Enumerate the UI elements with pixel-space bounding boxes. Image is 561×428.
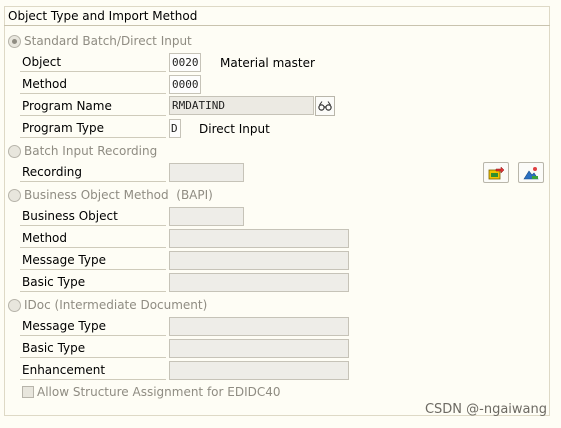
object-label: Object bbox=[20, 52, 166, 72]
radio-batch-input-recording[interactable]: Batch Input Recording bbox=[8, 142, 157, 160]
frame-title: Object Type and Import Method bbox=[4, 6, 550, 26]
bapi-method-label: Method bbox=[20, 228, 166, 248]
glasses-icon bbox=[318, 101, 332, 111]
radio-standard-batch-direct-input[interactable]: Standard Batch/Direct Input bbox=[8, 32, 192, 50]
method-label: Method bbox=[20, 74, 166, 94]
display-image-button[interactable] bbox=[518, 162, 544, 183]
recording-field[interactable] bbox=[169, 163, 244, 182]
program-name-field[interactable]: RMDATIND bbox=[169, 96, 314, 115]
program-name-label: Program Name bbox=[20, 96, 166, 116]
bapi-basic-type-label: Basic Type bbox=[20, 272, 166, 292]
bapi-basic-type-field[interactable] bbox=[169, 273, 349, 292]
radio-unselected-icon bbox=[8, 144, 21, 158]
object-field[interactable]: 0020 bbox=[169, 53, 201, 72]
allow-structure-assignment-checkbox[interactable]: Allow Structure Assignment for EDIDC40 bbox=[22, 384, 281, 400]
search-help-button[interactable] bbox=[315, 96, 335, 116]
idoc-basic-type-field[interactable] bbox=[169, 339, 349, 358]
business-object-label: Business Object bbox=[20, 206, 166, 226]
radio-label: Business Object Method (BAPI) bbox=[24, 188, 213, 202]
recording-label: Recording bbox=[20, 162, 166, 182]
document-arrow-icon bbox=[488, 165, 504, 179]
landscape-icon bbox=[523, 166, 539, 179]
idoc-message-type-field[interactable] bbox=[169, 317, 349, 336]
radio-label: Batch Input Recording bbox=[24, 144, 158, 158]
idoc-enhancement-label: Enhancement bbox=[20, 360, 166, 380]
object-description: Material master bbox=[220, 56, 315, 70]
radio-selected-icon bbox=[8, 34, 21, 48]
method-field[interactable]: 0000 bbox=[169, 75, 201, 94]
checkbox-icon bbox=[22, 386, 34, 398]
execute-transfer-button[interactable] bbox=[483, 162, 509, 183]
program-type-label: Program Type bbox=[20, 118, 166, 138]
program-type-description: Direct Input bbox=[199, 122, 270, 136]
bapi-method-field[interactable] bbox=[169, 229, 349, 248]
radio-label: Standard Batch/Direct Input bbox=[24, 34, 192, 48]
radio-idoc[interactable]: IDoc (Intermediate Document) bbox=[8, 296, 207, 314]
checkbox-label: Allow Structure Assignment for EDIDC40 bbox=[37, 385, 281, 399]
idoc-message-type-label: Message Type bbox=[20, 316, 166, 336]
program-type-field[interactable]: D bbox=[169, 119, 181, 138]
bapi-message-type-field[interactable] bbox=[169, 251, 349, 270]
business-object-field[interactable] bbox=[169, 207, 244, 226]
radio-business-object-method[interactable]: Business Object Method (BAPI) bbox=[8, 186, 213, 204]
bapi-message-type-label: Message Type bbox=[20, 250, 166, 270]
radio-unselected-icon bbox=[8, 298, 21, 312]
idoc-enhancement-field[interactable] bbox=[169, 361, 349, 380]
idoc-basic-type-label: Basic Type bbox=[20, 338, 166, 358]
watermark: CSDN @-ngaiwang bbox=[424, 402, 547, 417]
radio-unselected-icon bbox=[8, 188, 21, 202]
radio-label: IDoc (Intermediate Document) bbox=[24, 298, 208, 312]
